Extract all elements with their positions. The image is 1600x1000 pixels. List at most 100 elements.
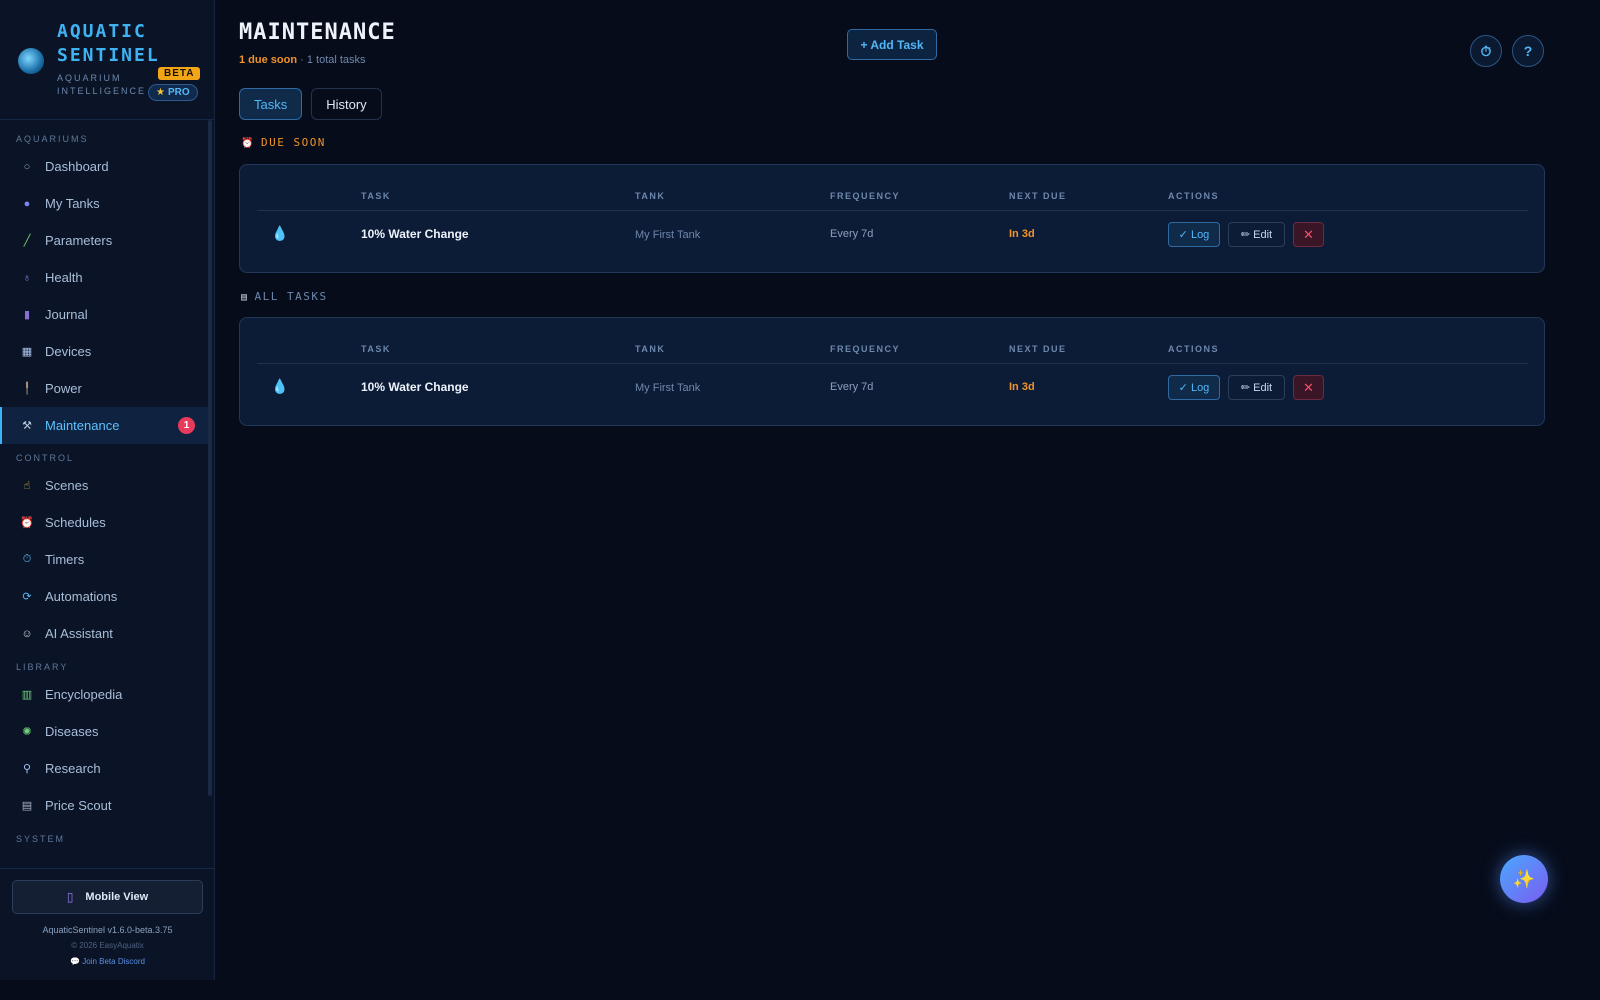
nav-section-control: CONTROL (16, 453, 75, 463)
tab-bar: Tasks History (239, 88, 391, 120)
microscope-icon: ⚲ (22, 763, 32, 775)
task-name: 10% Water Change (361, 380, 469, 394)
sidebar-item-timers[interactable]: ⏱ Timers (0, 541, 208, 578)
section-label: DUE SOON (260, 136, 326, 149)
beta-badge: BETA (158, 67, 201, 80)
column-header-task: TASK (361, 344, 391, 354)
clipboard-icon: ▤ (241, 292, 249, 303)
discord-link[interactable]: 💬 Join Beta Discord (0, 957, 215, 966)
sidebar-item-label: Dashboard (45, 159, 109, 174)
nav-section-aquariums: AQUARIUMS (16, 134, 89, 144)
sidebar-item-label: Devices (45, 344, 92, 359)
log-button[interactable]: ✓ Log (1168, 222, 1220, 247)
sidebar-item-power[interactable]: ╿ Power (0, 370, 208, 407)
alarm-clock-icon: ⏰ (241, 138, 255, 149)
sidebar-item-ai-assistant[interactable]: ☺ AI Assistant (0, 615, 208, 652)
sidebar-item-journal[interactable]: ▮ Journal (0, 296, 208, 333)
books-icon: ▥ (21, 689, 33, 701)
sparkles-icon: ✨ (1512, 868, 1536, 889)
due-soon-count: 1 due soon (239, 54, 298, 66)
summary-separator: · (297, 54, 307, 66)
sidebar-item-health[interactable]: ♁ Health (0, 259, 208, 296)
star-icon: ★ (156, 87, 165, 98)
page-title: MAINTENANCE (239, 20, 396, 45)
help-button[interactable]: ? (1512, 35, 1544, 67)
help-icon: ? (1523, 43, 1533, 59)
page-summary: 1 due soon · 1 total tasks (239, 54, 366, 66)
column-header-tank: TANK (635, 344, 666, 354)
sidebar-item-label: Price Scout (45, 798, 112, 813)
tab-tasks[interactable]: Tasks (239, 88, 303, 120)
cash-register-icon: ▤ (21, 800, 33, 812)
next-due: In 3d (1009, 381, 1035, 393)
table-header: TASK TANK FREQUENCY NEXT DUE ACTIONS (257, 189, 1528, 211)
mobile-view-label: Mobile View (85, 891, 149, 903)
brand-title: AQUATIC SENTINEL (57, 21, 160, 66)
column-header-frequency: FREQUENCY (830, 191, 901, 201)
sidebar-item-my-tanks[interactable]: ● My Tanks (0, 185, 208, 222)
all-tasks-table: TASK TANK FREQUENCY NEXT DUE ACTIONS 💧 1… (239, 317, 1545, 426)
timer-button[interactable]: ⏱ (1470, 35, 1502, 67)
test-tube-icon: ╱ (23, 235, 31, 247)
sidebar-nav: AQUARIUMS ○ Dashboard ● My Tanks ╱ Paramete… (0, 130, 208, 848)
add-task-button[interactable]: + Add Task (847, 29, 937, 60)
water-drop-icon: 💧 (271, 225, 289, 241)
column-header-task: TASK (361, 191, 391, 201)
sidebar-item-schedules[interactable]: ⏰ Schedules (0, 504, 208, 541)
sidebar-item-dashboard[interactable]: ○ Dashboard (0, 148, 208, 185)
column-header-actions: ACTIONS (1168, 191, 1219, 201)
log-button[interactable]: ✓ Log (1168, 375, 1220, 400)
sidebar-item-research[interactable]: ⚲ Research (0, 750, 208, 787)
hand-icon: ☝ (23, 480, 31, 492)
edit-button[interactable]: ✏ Edit (1228, 222, 1285, 247)
repeat-icon: ⟳ (22, 591, 32, 603)
sidebar-item-label: Parameters (45, 233, 113, 248)
nav-section-library: LIBRARY (16, 662, 69, 672)
wrench-icon: ⚒ (22, 420, 32, 432)
task-frequency: Every 7d (830, 381, 874, 393)
water-drop-icon: 💧 (271, 378, 289, 394)
edit-button[interactable]: ✏ Edit (1228, 375, 1285, 400)
sidebar-item-label: Timers (45, 552, 85, 567)
delete-button[interactable]: ✕ (1293, 222, 1324, 247)
table-row: 💧 10% Water Change My First Tank Every 7… (257, 365, 1528, 409)
circle-icon: ○ (23, 160, 31, 173)
task-frequency: Every 7d (830, 228, 874, 240)
sidebar-item-label: Power (45, 381, 82, 396)
sidebar-item-diseases[interactable]: ✺ Diseases (0, 713, 208, 750)
sidebar-item-label: Maintenance (45, 418, 120, 433)
stopwatch-icon: ⏱ (1480, 42, 1492, 59)
sidebar-footer: ▯ Mobile View AquaticSentinel v1.6.0-beta… (0, 868, 215, 980)
sidebar-item-label: Journal (45, 307, 88, 322)
robot-icon: ☺ (21, 627, 33, 640)
pro-badge[interactable]: ★ PRO (148, 84, 198, 101)
microbe-icon: ✺ (22, 726, 32, 738)
devices-icon: ▦ (21, 346, 33, 358)
sidebar-scrollbar[interactable] (208, 120, 212, 796)
sidebar-item-scenes[interactable]: ☝ Scenes (0, 467, 208, 504)
tank-name: My First Tank (635, 382, 701, 394)
column-header-next-due: NEXT DUE (1009, 191, 1067, 201)
sidebar-item-automations[interactable]: ⟳ Automations (0, 578, 208, 615)
next-due: In 3d (1009, 228, 1035, 240)
sidebar-item-parameters[interactable]: ╱ Parameters (0, 222, 208, 259)
sidebar-item-label: Diseases (45, 724, 99, 739)
table-header: TASK TANK FREQUENCY NEXT DUE ACTIONS (257, 342, 1528, 364)
section-title-all-tasks: ▤ ALL TASKS (241, 290, 328, 303)
sidebar-item-encyclopedia[interactable]: ▥ Encyclopedia (0, 676, 208, 713)
mobile-phone-icon: ▯ (66, 890, 74, 904)
task-name: 10% Water Change (361, 227, 469, 241)
sidebar-item-price-scout[interactable]: ▤ Price Scout (0, 787, 208, 824)
section-title-due-soon: ⏰ DUE SOON (241, 136, 326, 149)
stopwatch-icon: ⏱ (22, 553, 32, 565)
column-header-frequency: FREQUENCY (830, 344, 901, 354)
sidebar-item-devices[interactable]: ▦ Devices (0, 333, 208, 370)
sidebar-item-maintenance[interactable]: ⚒ Maintenance 1 (0, 407, 208, 444)
mobile-view-button[interactable]: ▯ Mobile View (12, 880, 203, 914)
plug-icon: ╿ (23, 383, 31, 395)
column-header-next-due: NEXT DUE (1009, 344, 1067, 354)
tab-history[interactable]: History (311, 88, 382, 120)
delete-button[interactable]: ✕ (1293, 375, 1324, 400)
ai-sparkle-button[interactable]: ✨ (1500, 855, 1548, 903)
pro-label: PRO (167, 87, 190, 98)
